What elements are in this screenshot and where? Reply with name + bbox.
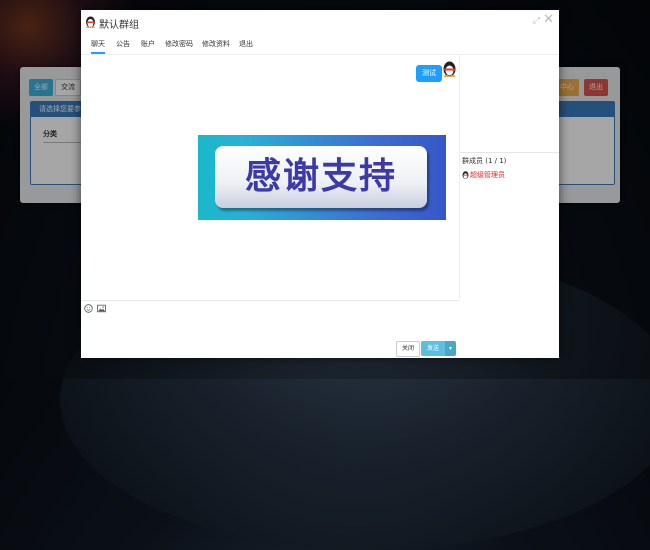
qq-penguin-icon bbox=[86, 16, 95, 28]
message-input[interactable] bbox=[81, 315, 459, 343]
tab-account[interactable]: 账户 bbox=[141, 38, 155, 52]
divider bbox=[460, 152, 559, 153]
input-toolbar bbox=[81, 300, 459, 315]
member-name: 超级管理员 bbox=[470, 171, 505, 179]
close-icon[interactable]: ✕ bbox=[543, 12, 554, 27]
message-bubble: 测试 bbox=[416, 65, 442, 82]
window-title: 默认群组 bbox=[99, 20, 139, 31]
thanks-image: 感谢支持 bbox=[198, 135, 446, 220]
title-bar[interactable]: 默认群组 ⤢ ✕ bbox=[81, 10, 559, 36]
user-avatar-icon bbox=[443, 61, 456, 77]
chat-window: 默认群组 ⤢ ✕ 聊天 公告 账户 修改密码 修改资料 退出 测试 感谢支持 群… bbox=[81, 10, 559, 358]
thanks-image-text: 感谢支持 bbox=[244, 156, 397, 197]
member-panel: 群成员 (1 / 1) 超级管理员 bbox=[460, 54, 559, 358]
close-button[interactable]: 关闭 bbox=[396, 341, 420, 357]
image-icon[interactable] bbox=[97, 304, 106, 313]
maximize-icon[interactable]: ⤢ bbox=[533, 16, 540, 26]
message-area[interactable]: 测试 感谢支持 bbox=[81, 54, 460, 300]
tab-announcement[interactable]: 公告 bbox=[116, 38, 130, 52]
smile-icon[interactable] bbox=[84, 304, 93, 313]
member-avatar-icon bbox=[462, 171, 469, 179]
send-options-chevron-down-icon[interactable]: ▾ bbox=[445, 341, 456, 356]
send-button[interactable]: 发送 bbox=[421, 341, 445, 356]
tab-logout[interactable]: 退出 bbox=[239, 38, 253, 52]
tab-chat[interactable]: 聊天 bbox=[91, 38, 105, 54]
tab-edit-profile[interactable]: 修改资料 bbox=[202, 38, 230, 52]
thanks-image-card: 感谢支持 bbox=[215, 146, 427, 208]
members-title: 群成员 (1 / 1) bbox=[462, 157, 507, 165]
tab-change-password[interactable]: 修改密码 bbox=[165, 38, 193, 52]
member-item[interactable]: 超级管理员 bbox=[462, 170, 505, 180]
tab-bar: 聊天 公告 账户 修改密码 修改资料 退出 bbox=[81, 38, 559, 55]
